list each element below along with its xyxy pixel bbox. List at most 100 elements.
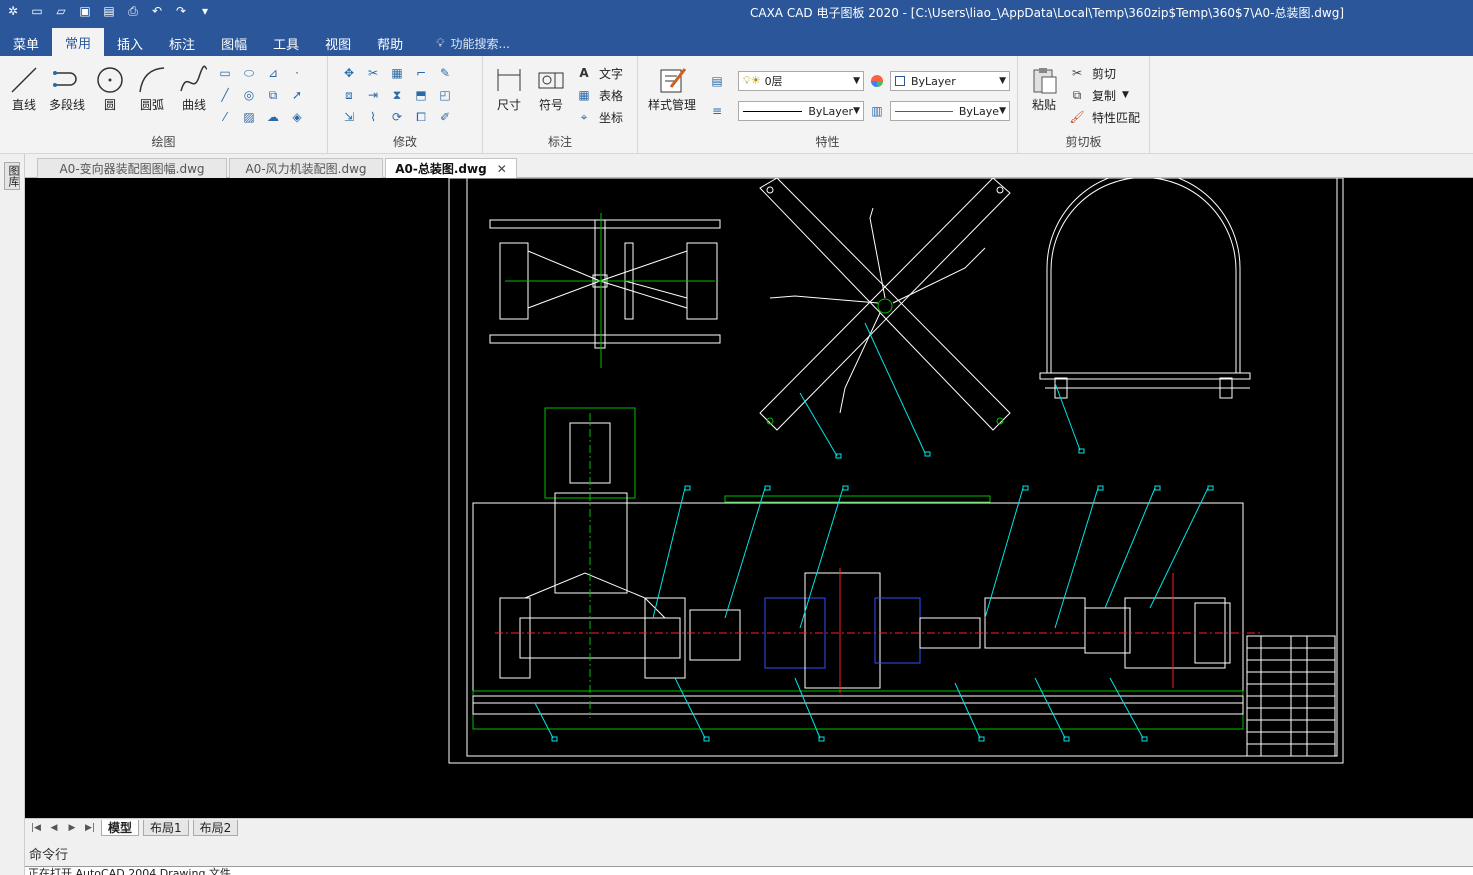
- doc-tab-1[interactable]: A0-变向器装配图图幅.dwg: [37, 158, 227, 178]
- table-tool-label: 表格: [599, 88, 624, 103]
- cloud-icon[interactable]: ☁: [264, 108, 282, 126]
- line-button-label: 直线: [11, 98, 36, 112]
- library-panel-tab[interactable]: 图库: [4, 162, 20, 190]
- arrow-icon[interactable]: ➚: [288, 86, 306, 104]
- curve-button-label: 曲线: [181, 98, 206, 112]
- app-logo-icon[interactable]: ✲: [2, 1, 24, 21]
- balloon-leaders: [534, 322, 1214, 742]
- tab-frame[interactable]: 图幅: [208, 30, 260, 56]
- doc-tab-1-label: A0-变向器装配图图幅.dwg: [59, 162, 205, 176]
- color-select[interactable]: ByLayer ▼: [890, 71, 1010, 91]
- tab-view[interactable]: 视图: [312, 30, 364, 56]
- offset-icon[interactable]: ⧉: [264, 86, 282, 104]
- symbol-icon: [534, 64, 568, 96]
- layer-select[interactable]: 💡︎☀ 0层 ▼: [738, 71, 864, 91]
- paste-icon: [1027, 64, 1061, 96]
- layout-tab-2[interactable]: 布局2: [192, 819, 239, 836]
- color-wheel-icon[interactable]: [868, 72, 886, 90]
- coordinate-tool[interactable]: ⌖ 坐标: [575, 108, 623, 126]
- break-icon[interactable]: ⌇: [364, 108, 382, 126]
- move-icon[interactable]: ✥: [340, 64, 358, 82]
- customize-icon[interactable]: ▾: [194, 1, 216, 21]
- linetype-select[interactable]: ByLayer ▼: [738, 101, 864, 121]
- command-line-output[interactable]: 正在打开 AutoCAD 2004 Drawing 文件: [25, 866, 1473, 875]
- layer-tool-icon[interactable]: ▤: [708, 72, 726, 90]
- title-block: [1246, 635, 1336, 757]
- tab-insert[interactable]: 插入: [104, 30, 156, 56]
- feature-search-placeholder: 功能搜索...: [450, 36, 510, 51]
- layout-tab-model[interactable]: 模型: [101, 819, 140, 836]
- eraser-icon[interactable]: ✎: [436, 64, 454, 82]
- layout-tab-1[interactable]: 布局1: [143, 819, 189, 836]
- dimension-button[interactable]: 尺寸: [489, 64, 529, 113]
- fillet-icon[interactable]: ⌐: [412, 64, 430, 82]
- next-tab-icon[interactable]: ▶: [65, 823, 79, 833]
- tab-menu[interactable]: 菜单: [0, 30, 52, 56]
- tab-tools[interactable]: 工具: [260, 30, 312, 56]
- coordinate-tool-label: 坐标: [599, 110, 624, 125]
- extend-icon[interactable]: ⇥: [364, 86, 382, 104]
- hole-icon[interactable]: ◎: [240, 86, 258, 104]
- table-tool[interactable]: ▦ 表格: [575, 86, 623, 104]
- trim-icon[interactable]: ✂: [364, 64, 382, 82]
- cut-button[interactable]: ✂ 剪切: [1068, 64, 1116, 82]
- properties-group-label: 特性: [815, 135, 840, 149]
- text-tool[interactable]: A 文字: [575, 64, 623, 82]
- style-manager-icon: [655, 64, 689, 96]
- stretch-icon[interactable]: ⇲: [340, 108, 358, 126]
- new-file-icon[interactable]: ▭: [26, 1, 48, 21]
- tab-help[interactable]: 帮助: [364, 30, 416, 56]
- layer-state-icons: 💡︎☀: [743, 74, 761, 87]
- lineweight-select[interactable]: ByLaye ▼: [890, 101, 1010, 121]
- open-folder-icon[interactable]: ▱: [50, 1, 72, 21]
- circle-button[interactable]: 圆: [90, 64, 130, 113]
- annotate-group-label: 标注: [547, 135, 572, 149]
- close-icon[interactable]: ✕: [497, 162, 507, 176]
- fill-icon[interactable]: ◈: [288, 108, 306, 126]
- style-manager-button[interactable]: 样式管理: [644, 64, 700, 113]
- rotate-icon[interactable]: ⟳: [388, 108, 406, 126]
- match-properties-button[interactable]: 🖌︎ 特性匹配: [1068, 108, 1140, 126]
- tab-home[interactable]: 常用: [52, 28, 105, 56]
- centerline-icon[interactable]: ╱: [216, 86, 234, 104]
- draw-small-row-2: ╱ ◎ ⧉ ➚: [216, 86, 306, 104]
- arc-button[interactable]: 圆弧: [132, 64, 172, 113]
- prev-tab-icon[interactable]: ◀: [47, 823, 61, 833]
- annotate-group: 尺寸 符号 A 文字 ▦ 表格 ⌖ 坐标 标注: [483, 56, 638, 154]
- doc-tab-3[interactable]: A0-总装图.dwg ✕: [385, 158, 517, 178]
- linetype-tool-icon[interactable]: ≡: [708, 102, 726, 120]
- parallel-line-icon[interactable]: ⁄: [216, 108, 234, 126]
- first-tab-icon[interactable]: |◀: [29, 823, 43, 833]
- paste-button[interactable]: 粘贴: [1024, 64, 1064, 113]
- last-tab-icon[interactable]: ▶|: [83, 823, 97, 833]
- copy-object-icon[interactable]: ⧈: [340, 86, 358, 104]
- symbol-button[interactable]: 符号: [531, 64, 571, 113]
- edit-icon[interactable]: ✐: [436, 108, 454, 126]
- save-icon[interactable]: ▣: [74, 1, 96, 21]
- doc-tab-2[interactable]: A0-风力机装配图.dwg: [229, 158, 383, 178]
- scale-icon[interactable]: ⬒: [412, 86, 430, 104]
- clipboard-group-label: 剪切板: [1065, 135, 1102, 149]
- hatch-icon[interactable]: ▨: [240, 108, 258, 126]
- feature-search[interactable]: 💡︎ 功能搜索...: [436, 30, 510, 56]
- redo-icon[interactable]: ↷: [170, 1, 192, 21]
- ellipse-icon[interactable]: ⬭: [240, 64, 258, 82]
- polygon-icon[interactable]: ⊿: [264, 64, 282, 82]
- line-button[interactable]: 直线: [4, 64, 44, 113]
- circle-icon: [93, 64, 127, 96]
- tab-annotate[interactable]: 标注: [156, 30, 208, 56]
- align-icon[interactable]: ⧠: [412, 108, 430, 126]
- undo-icon[interactable]: ↶: [146, 1, 168, 21]
- array-icon[interactable]: ▦: [388, 64, 406, 82]
- save-all-icon[interactable]: ▤: [98, 1, 120, 21]
- curve-button[interactable]: 曲线: [174, 64, 214, 113]
- mirror-icon[interactable]: ⧗: [388, 86, 406, 104]
- print-icon[interactable]: ⎙: [122, 1, 144, 21]
- rectangle-icon[interactable]: ▭: [216, 64, 234, 82]
- point-icon[interactable]: ·: [288, 64, 306, 82]
- copy-button[interactable]: ⧉ 复制 ▼: [1068, 86, 1129, 104]
- explode-icon[interactable]: ◰: [436, 86, 454, 104]
- lineweight-tool-icon[interactable]: ▥: [868, 102, 886, 120]
- polyline-button[interactable]: 多段线: [46, 64, 88, 113]
- drawing-canvas[interactable]: [25, 178, 1473, 818]
